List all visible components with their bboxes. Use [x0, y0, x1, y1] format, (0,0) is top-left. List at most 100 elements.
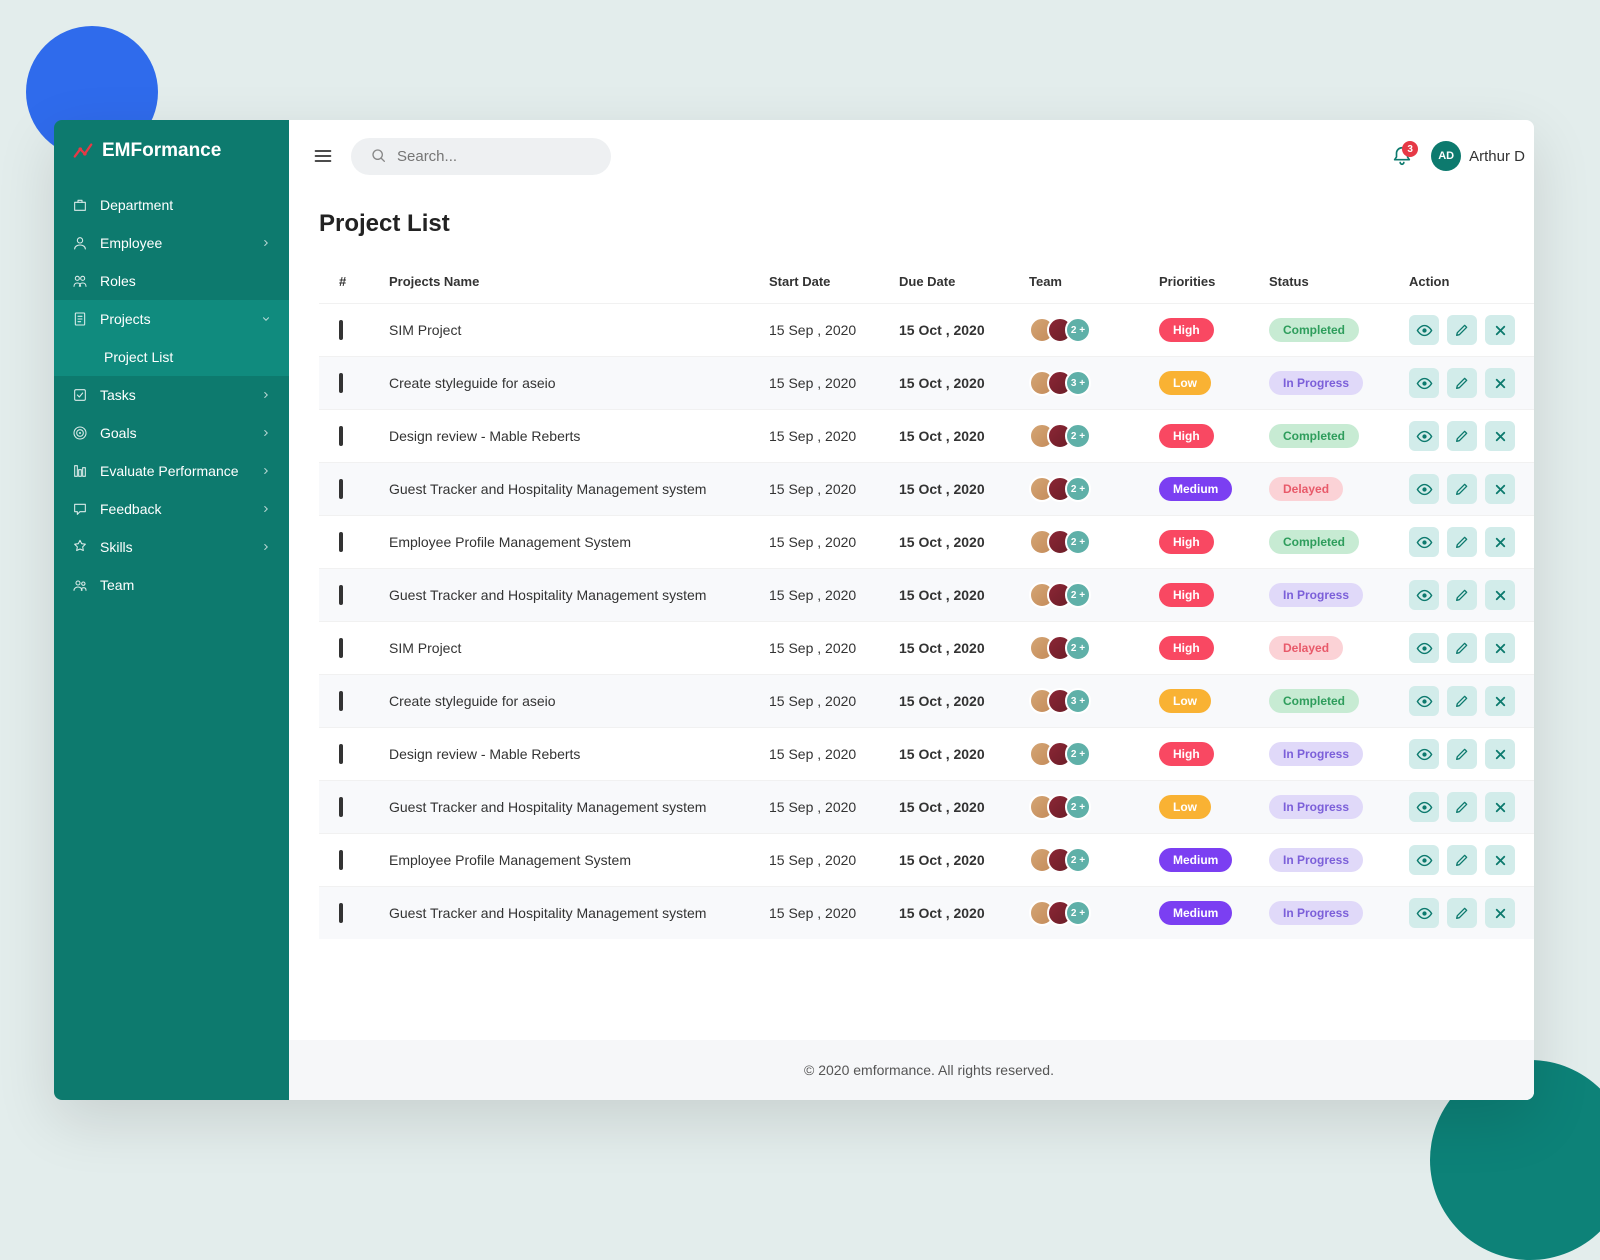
delete-button[interactable]	[1485, 633, 1515, 663]
edit-button[interactable]	[1447, 474, 1477, 504]
due-date: 15 Oct , 2020	[899, 587, 1029, 603]
sidebar-item-projects[interactable]: Projects	[54, 300, 289, 338]
row-checkbox[interactable]	[339, 903, 343, 923]
sidebar-item-evaluate[interactable]: Evaluate Performance	[54, 452, 289, 490]
edit-button[interactable]	[1447, 792, 1477, 822]
priority-badge: Medium	[1159, 477, 1232, 501]
start-date: 15 Sep , 2020	[769, 640, 899, 656]
row-checkbox[interactable]	[339, 479, 343, 499]
team-avatars: 2 +	[1029, 741, 1159, 767]
team-more-count[interactable]: 2 +	[1065, 529, 1091, 555]
row-checkbox[interactable]	[339, 532, 343, 552]
delete-button[interactable]	[1485, 421, 1515, 451]
row-checkbox[interactable]	[339, 426, 343, 446]
eye-icon	[1416, 322, 1433, 339]
sidebar-item-skills[interactable]: Skills	[54, 528, 289, 566]
delete-button[interactable]	[1485, 580, 1515, 610]
search-icon	[371, 148, 387, 164]
sidebar-item-goals[interactable]: Goals	[54, 414, 289, 452]
search-input[interactable]	[397, 148, 591, 165]
team-more-count[interactable]: 2 +	[1065, 582, 1091, 608]
team-more-count[interactable]: 2 +	[1065, 317, 1091, 343]
sidebar-subitem-project-list[interactable]: Project List	[54, 338, 289, 376]
project-name: Design review - Mable Reberts	[389, 428, 769, 444]
view-button[interactable]	[1409, 368, 1439, 398]
pencil-icon	[1454, 481, 1470, 497]
edit-button[interactable]	[1447, 898, 1477, 928]
sidebar-item-employee[interactable]: Employee	[54, 224, 289, 262]
delete-button[interactable]	[1485, 792, 1515, 822]
team-more-count[interactable]: 2 +	[1065, 635, 1091, 661]
team-more-count[interactable]: 3 +	[1065, 370, 1091, 396]
user-menu[interactable]: AD Arthur D	[1431, 141, 1534, 171]
view-button[interactable]	[1409, 633, 1439, 663]
view-button[interactable]	[1409, 792, 1439, 822]
chevron-right-icon	[261, 390, 271, 400]
edit-button[interactable]	[1447, 739, 1477, 769]
row-checkbox[interactable]	[339, 744, 343, 764]
table-row: Create styleguide for aseio 15 Sep , 202…	[319, 356, 1534, 409]
view-button[interactable]	[1409, 421, 1439, 451]
edit-button[interactable]	[1447, 686, 1477, 716]
brand: EMFormance	[54, 140, 289, 186]
edit-button[interactable]	[1447, 315, 1477, 345]
delete-button[interactable]	[1485, 474, 1515, 504]
delete-button[interactable]	[1485, 898, 1515, 928]
team-more-count[interactable]: 2 +	[1065, 423, 1091, 449]
sidebar-item-team[interactable]: Team	[54, 566, 289, 604]
search-box[interactable]	[351, 138, 611, 175]
view-button[interactable]	[1409, 739, 1439, 769]
edit-button[interactable]	[1447, 633, 1477, 663]
topbar: 3 AD Arthur D	[289, 120, 1534, 192]
eye-icon	[1416, 746, 1433, 763]
sidebar-item-label: Projects	[100, 311, 151, 327]
team-more-count[interactable]: 2 +	[1065, 741, 1091, 767]
view-button[interactable]	[1409, 474, 1439, 504]
sidebar-item-department[interactable]: Department	[54, 186, 289, 224]
delete-button[interactable]	[1485, 527, 1515, 557]
delete-button[interactable]	[1485, 845, 1515, 875]
start-date: 15 Sep , 2020	[769, 746, 899, 762]
row-checkbox[interactable]	[339, 691, 343, 711]
delete-button[interactable]	[1485, 686, 1515, 716]
delete-button[interactable]	[1485, 315, 1515, 345]
start-date: 15 Sep , 2020	[769, 322, 899, 338]
eye-icon	[1416, 481, 1433, 498]
sidebar-item-roles[interactable]: Roles	[54, 262, 289, 300]
status-badge: Completed	[1269, 530, 1359, 554]
team-more-count[interactable]: 2 +	[1065, 900, 1091, 926]
sidebar-item-label: Department	[100, 197, 173, 213]
view-button[interactable]	[1409, 527, 1439, 557]
table-row: Design review - Mable Reberts 15 Sep , 2…	[319, 409, 1534, 462]
view-button[interactable]	[1409, 845, 1439, 875]
team-more-count[interactable]: 2 +	[1065, 476, 1091, 502]
delete-button[interactable]	[1485, 368, 1515, 398]
sidebar-item-tasks[interactable]: Tasks	[54, 376, 289, 414]
delete-button[interactable]	[1485, 739, 1515, 769]
edit-button[interactable]	[1447, 527, 1477, 557]
row-checkbox[interactable]	[339, 320, 343, 340]
notifications-button[interactable]: 3	[1391, 145, 1413, 167]
row-checkbox[interactable]	[339, 850, 343, 870]
table-row: Design review - Mable Reberts 15 Sep , 2…	[319, 727, 1534, 780]
sidebar-item-label: Goals	[100, 425, 137, 441]
row-checkbox[interactable]	[339, 797, 343, 817]
edit-button[interactable]	[1447, 845, 1477, 875]
view-button[interactable]	[1409, 315, 1439, 345]
sidebar-item-label: Team	[100, 577, 134, 593]
user-name: Arthur D	[1469, 148, 1525, 165]
edit-button[interactable]	[1447, 421, 1477, 451]
view-button[interactable]	[1409, 580, 1439, 610]
view-button[interactable]	[1409, 686, 1439, 716]
menu-toggle-button[interactable]	[313, 146, 333, 166]
team-more-count[interactable]: 2 +	[1065, 794, 1091, 820]
row-checkbox[interactable]	[339, 373, 343, 393]
sidebar-item-feedback[interactable]: Feedback	[54, 490, 289, 528]
row-checkbox[interactable]	[339, 585, 343, 605]
view-button[interactable]	[1409, 898, 1439, 928]
row-checkbox[interactable]	[339, 638, 343, 658]
edit-button[interactable]	[1447, 368, 1477, 398]
team-more-count[interactable]: 2 +	[1065, 847, 1091, 873]
team-more-count[interactable]: 3 +	[1065, 688, 1091, 714]
edit-button[interactable]	[1447, 580, 1477, 610]
